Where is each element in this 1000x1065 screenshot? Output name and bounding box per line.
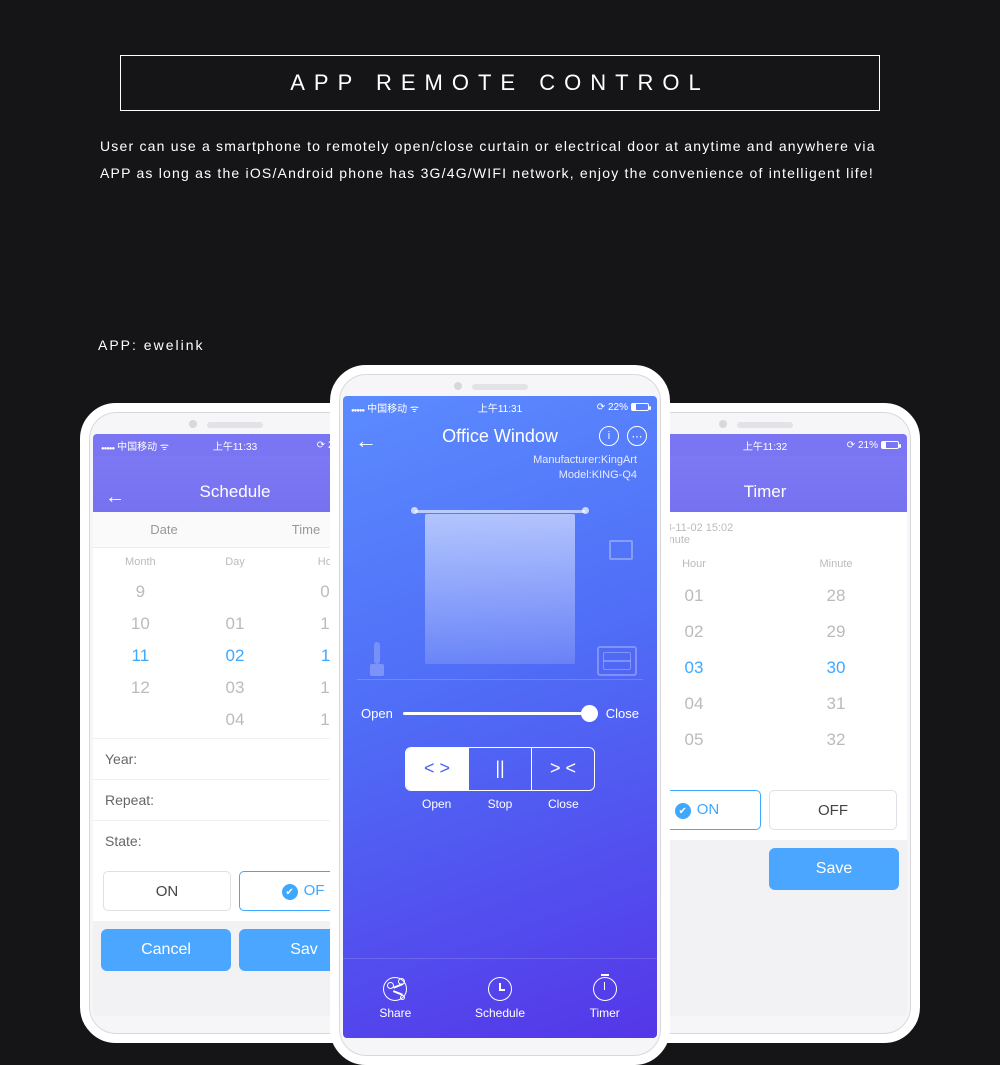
nav-timer[interactable]: Timer [552,959,657,1038]
tab-date[interactable]: Date [93,512,235,547]
wifi-icon: ᯤ [160,442,169,453]
app-name-label: APP: ewelink [98,337,204,353]
save-button[interactable]: Save [769,848,899,890]
phone-device: 中国移动 ᯤ 上午11:31 ⟳ 22% ← Office Window i ⋯… [330,365,670,1065]
control-segment: < > || > < [405,747,595,791]
slider-open-label: Open [361,706,393,721]
state-on-button[interactable]: ON [103,871,231,911]
status-bar: 中国移动 ᯤ 上午11:31 ⟳ 22% [343,396,657,418]
hero-description: User can use a smartphone to remotely op… [100,133,900,186]
device-meta: Manufacturer:KingArt Model:KING-Q4 [357,453,637,484]
nav-schedule[interactable]: Schedule [448,959,553,1038]
wifi-icon: ᯤ [410,404,419,415]
slider-close-label: Close [606,706,639,721]
state-off-button[interactable]: OFF [769,790,897,830]
position-slider[interactable] [403,712,596,715]
back-icon[interactable]: ← [355,428,377,454]
timer-icon [593,977,617,1001]
hero-title: APP REMOTE CONTROL [120,55,880,111]
share-icon [383,977,407,1001]
close-button[interactable]: > < [532,748,594,790]
stop-button[interactable]: || [469,748,532,790]
back-icon[interactable]: ← [105,486,125,509]
screen-title: Schedule [200,482,271,501]
open-button[interactable]: < > [406,748,469,790]
cancel-button[interactable]: Cancel [101,929,231,971]
nav-share[interactable]: Share [343,959,448,1038]
schedule-icon [488,977,512,1001]
more-icon[interactable]: ⋯ [627,426,647,446]
info-icon[interactable]: i [599,426,619,446]
curtain-illustration [357,500,643,690]
screen-title: Timer [744,482,787,501]
